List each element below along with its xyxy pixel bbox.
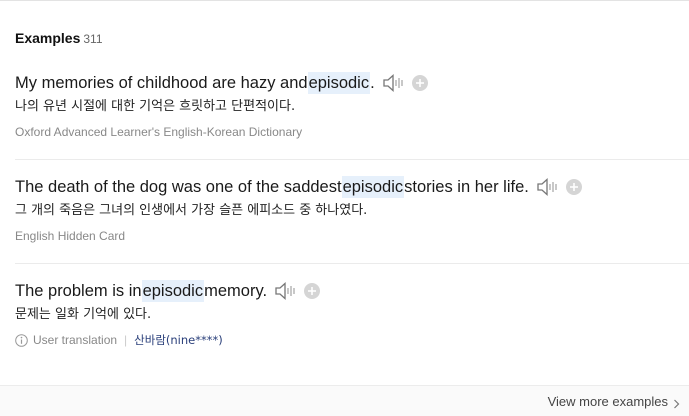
sentence-text: .: [370, 74, 375, 92]
view-more-label: View more examples: [547, 394, 668, 409]
highlighted-keyword: episodic: [307, 72, 371, 94]
sentence-text: The problem is in: [15, 282, 142, 300]
example-item: My memories of childhood are hazy and ep…: [15, 72, 689, 139]
examples-title: Examples: [15, 30, 81, 46]
sentence-text: stories in her life.: [404, 178, 529, 196]
source-separator: |: [124, 333, 128, 347]
example-divider: [15, 263, 689, 264]
korean-translation: 문제는 일화 기억에 있다.: [15, 307, 152, 322]
speaker-icon[interactable]: [275, 282, 297, 300]
speaker-icon[interactable]: [383, 74, 405, 92]
example-item: The problem is in episodic memory. 문제는 일…: [15, 280, 689, 347]
example-source-row: User translation | 산바람(nine****): [15, 333, 689, 347]
plus-circle-icon[interactable]: [565, 179, 582, 195]
example-source: User translation: [33, 333, 118, 347]
example-sentence: My memories of childhood are hazy and ep…: [15, 72, 689, 94]
top-divider: [0, 0, 689, 1]
examples-count: 311: [83, 32, 103, 46]
example-sentence: The death of the dog was one of the sadd…: [15, 176, 689, 198]
plus-circle-icon[interactable]: [304, 283, 321, 299]
example-source: English Hidden Card: [15, 229, 126, 243]
examples-header: Examples 311: [15, 30, 103, 46]
plus-circle-icon[interactable]: [411, 75, 428, 91]
example-source: Oxford Advanced Learner's English-Korean…: [15, 125, 303, 139]
speaker-icon[interactable]: [537, 178, 559, 196]
highlighted-keyword: episodic: [141, 280, 205, 302]
sentence-text: The death of the dog was one of the sadd…: [15, 178, 342, 196]
example-item: The death of the dog was one of the sadd…: [15, 176, 689, 243]
korean-translation: 그 개의 죽음은 그녀의 인생에서 가장 슬픈 에피소드 중 하나였다.: [15, 203, 368, 218]
sentence-text: memory.: [204, 282, 268, 300]
example-divider: [15, 159, 689, 160]
examples-footer: View more examples: [0, 385, 689, 416]
translator-user-link[interactable]: 산바람(nine****): [134, 333, 223, 347]
view-more-examples-link[interactable]: View more examples: [548, 394, 680, 409]
example-sentence: The problem is in episodic memory.: [15, 280, 689, 302]
highlighted-keyword: episodic: [341, 176, 405, 198]
chevron-right-icon: [673, 397, 680, 408]
korean-translation: 나의 유년 시절에 대한 기억은 흐릿하고 단편적이다.: [15, 99, 296, 114]
sentence-text: My memories of childhood are hazy and: [15, 74, 308, 92]
info-icon: [15, 333, 28, 347]
